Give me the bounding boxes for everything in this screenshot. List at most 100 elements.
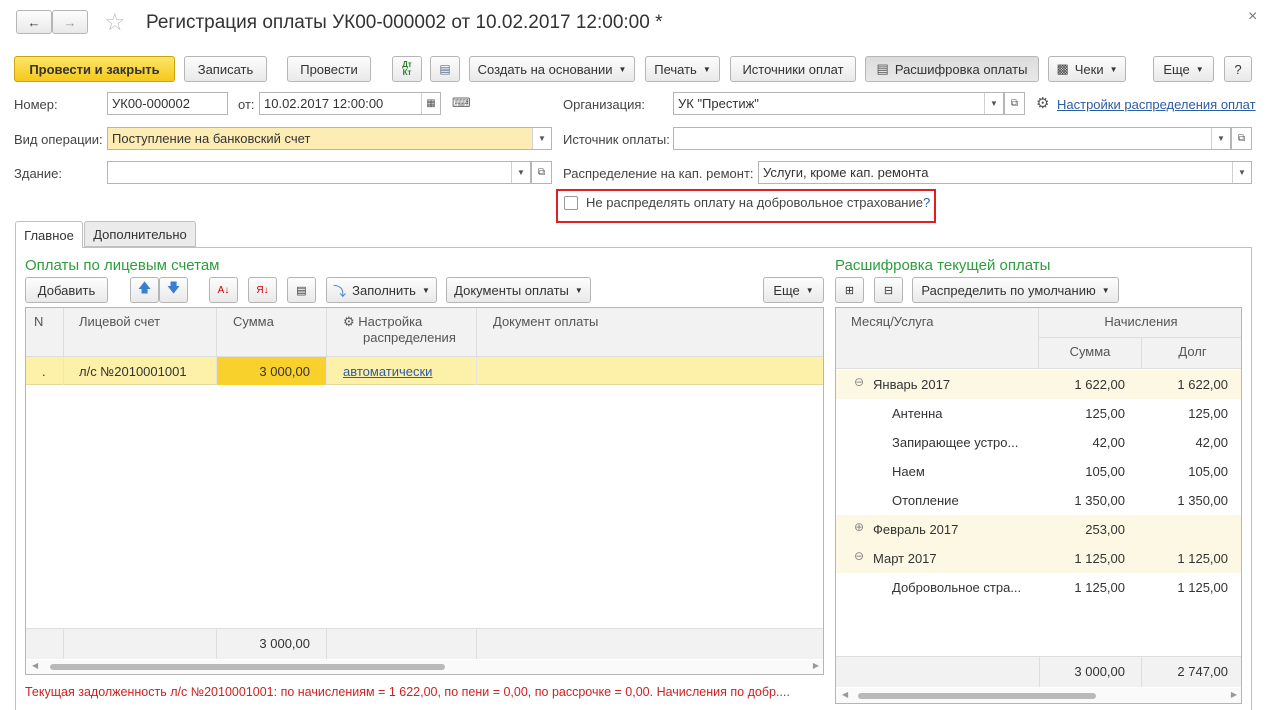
- chevron-left-icon[interactable]: ◀: [842, 690, 848, 699]
- forward-button[interactable]: →: [52, 10, 88, 34]
- open-organization-button[interactable]: ⧉: [1004, 92, 1025, 115]
- open-building-button[interactable]: ⧉: [531, 161, 552, 184]
- tree-row-name: Март 2017: [873, 551, 937, 566]
- keyboard-icon[interactable]: ⌨: [452, 95, 471, 111]
- tree-group-row[interactable]: ⊕ Февраль 2017 253,00: [836, 515, 1241, 544]
- building-field[interactable]: ▼: [107, 161, 531, 184]
- tree-row-name: Запирающее устро...: [892, 435, 1019, 450]
- organization-field[interactable]: УК "Престиж" ▼: [673, 92, 1004, 115]
- horizontal-scrollbar[interactable]: ◀ ▶: [836, 688, 1241, 703]
- chevron-down-icon: ▼: [574, 285, 583, 295]
- payment-documents-label: Документы оплаты: [454, 282, 569, 298]
- window-title: Регистрация оплаты УК00-000002 от 10.02.…: [146, 12, 663, 33]
- more-button[interactable]: Еще ▼: [1153, 56, 1214, 82]
- column-header-setting[interactable]: ⚙ Настройка распределения: [327, 308, 477, 357]
- save-button[interactable]: Записать: [184, 56, 267, 82]
- receipts-button[interactable]: ▩ Чеки ▼: [1048, 56, 1126, 82]
- tab-additional[interactable]: Дополнительно: [84, 221, 196, 247]
- current-payment-breakdown-title: Расшифровка текущей оплаты: [835, 257, 1051, 274]
- tree-row-name: Январь 2017: [873, 377, 951, 392]
- chevron-down-icon[interactable]: ▼: [984, 93, 1003, 114]
- tab-main[interactable]: Главное: [15, 221, 83, 248]
- open-source-button[interactable]: ⧉: [1231, 127, 1252, 150]
- expand-all-button[interactable]: ⊞: [835, 277, 864, 303]
- collapse-icon[interactable]: ⊖: [854, 375, 864, 389]
- insurance-checkbox-label[interactable]: Не распределять оплату на добровольное с…: [586, 195, 923, 210]
- payment-documents-button[interactable]: Документы оплаты ▼: [446, 277, 591, 303]
- payment-breakdown-button[interactable]: ▤ Расшифровка оплаты: [865, 56, 1039, 82]
- chevron-down-icon[interactable]: ▼: [1211, 128, 1230, 149]
- left-more-button[interactable]: Еще ▼: [763, 277, 824, 303]
- arrow-up-icon: 🡅: [137, 280, 152, 295]
- close-icon[interactable]: ×: [1248, 8, 1257, 26]
- create-based-button[interactable]: Создать на основании ▼: [469, 56, 635, 82]
- payment-source-field[interactable]: ▼: [673, 127, 1231, 150]
- tree-row-name: Февраль 2017: [873, 522, 959, 537]
- report-button[interactable]: ▤: [430, 56, 460, 82]
- post-button[interactable]: Провести: [287, 56, 371, 82]
- sort-desc-button[interactable]: Я↓: [248, 277, 277, 303]
- tree-item-row[interactable]: Добровольное стра... 1 125,00 1 125,00: [836, 573, 1241, 602]
- distribute-default-button[interactable]: Распределить по умолчанию ▼: [912, 277, 1119, 303]
- tree-row-sum: 1 622,00: [1074, 377, 1125, 392]
- tree-item-row[interactable]: Наем 105,00 105,00: [836, 457, 1241, 486]
- chevron-down-icon[interactable]: ▼: [532, 128, 551, 149]
- chevron-down-icon: ▼: [421, 285, 430, 295]
- collapse-all-button[interactable]: ⊟: [874, 277, 903, 303]
- number-field[interactable]: УК00-000002: [107, 92, 228, 115]
- operation-type-field[interactable]: Поступление на банковский счет ▼: [107, 127, 552, 150]
- chevron-right-icon[interactable]: ▶: [813, 661, 819, 670]
- insurance-checkbox[interactable]: [564, 196, 578, 210]
- chevron-down-icon: ▼: [702, 64, 711, 74]
- column-header-debt[interactable]: Долг: [1142, 338, 1241, 369]
- payment-sources-button[interactable]: Источники оплат: [730, 56, 856, 82]
- chevron-down-icon[interactable]: ▼: [1232, 162, 1251, 183]
- scrollbar-thumb[interactable]: [858, 693, 1096, 699]
- move-down-button[interactable]: 🡇: [159, 277, 188, 303]
- dtkt-button[interactable]: Дт Кт: [392, 56, 422, 82]
- horizontal-scrollbar[interactable]: ◀ ▶: [26, 660, 823, 674]
- chevron-left-icon[interactable]: ◀: [32, 661, 38, 670]
- calendar-icon[interactable]: ▦: [421, 93, 440, 114]
- insurance-help-icon[interactable]: ?: [923, 195, 930, 210]
- sort-asc-button[interactable]: A↓: [209, 277, 238, 303]
- row-setting-link[interactable]: автоматически: [343, 364, 432, 379]
- add-button[interactable]: Добавить: [25, 277, 108, 303]
- tree-row-sum: 1 125,00: [1074, 551, 1125, 566]
- chevron-down-icon[interactable]: ▼: [511, 162, 530, 183]
- tree-group-row[interactable]: ⊖ Март 2017 1 125,00 1 125,00: [836, 544, 1241, 573]
- barcode-button[interactable]: ▤: [287, 277, 316, 303]
- debt-status-message: Текущая задолженность л/с №2010001001: п…: [25, 685, 790, 699]
- column-header-accruals[interactable]: Начисления: [1039, 308, 1241, 338]
- tree-row-name: Наем: [892, 464, 925, 479]
- column-header-sum[interactable]: Сумма: [1039, 338, 1142, 369]
- list-icon: ▤: [876, 61, 889, 76]
- column-header-account[interactable]: Лицевой счет: [64, 308, 217, 357]
- collapse-tree-icon: ⊟: [883, 284, 894, 297]
- column-header-sum[interactable]: Сумма: [217, 308, 327, 357]
- star-icon[interactable]: ☆: [104, 8, 126, 37]
- collapse-icon[interactable]: ⊖: [854, 549, 864, 563]
- print-button[interactable]: Печать ▼: [645, 56, 720, 82]
- column-header-n[interactable]: N: [26, 308, 64, 357]
- date-field[interactable]: 10.02.2017 12:00:00 ▦: [259, 92, 441, 115]
- tree-row-sum: 105,00: [1085, 464, 1125, 479]
- fill-button[interactable]: ⤵ Заполнить ▼: [326, 277, 437, 303]
- expand-icon[interactable]: ⊕: [854, 520, 864, 534]
- chevron-down-icon: ▼: [1109, 64, 1118, 74]
- capital-repair-field[interactable]: Услуги, кроме кап. ремонта ▼: [758, 161, 1252, 184]
- move-up-button[interactable]: 🡅: [130, 277, 159, 303]
- tree-item-row[interactable]: Отопление 1 350,00 1 350,00: [836, 486, 1241, 515]
- tree-group-row[interactable]: ⊖ Январь 2017 1 622,00 1 622,00: [836, 370, 1241, 399]
- tree-item-row[interactable]: Запирающее устро... 42,00 42,00: [836, 428, 1241, 457]
- column-header-document[interactable]: Документ оплаты: [477, 308, 823, 357]
- back-button[interactable]: ←: [16, 10, 52, 34]
- column-header-month-service[interactable]: Месяц/Услуга: [836, 308, 1039, 369]
- tree-item-row[interactable]: Антенна 125,00 125,00: [836, 399, 1241, 428]
- help-button[interactable]: ?: [1224, 56, 1252, 82]
- distribution-settings-link[interactable]: Настройки распределения оплат: [1057, 97, 1256, 112]
- tree-row-sum: 1 125,00: [1074, 580, 1125, 595]
- chevron-right-icon[interactable]: ▶: [1231, 690, 1237, 699]
- post-and-close-button[interactable]: Провести и закрыть: [14, 56, 175, 82]
- scrollbar-thumb[interactable]: [50, 664, 445, 670]
